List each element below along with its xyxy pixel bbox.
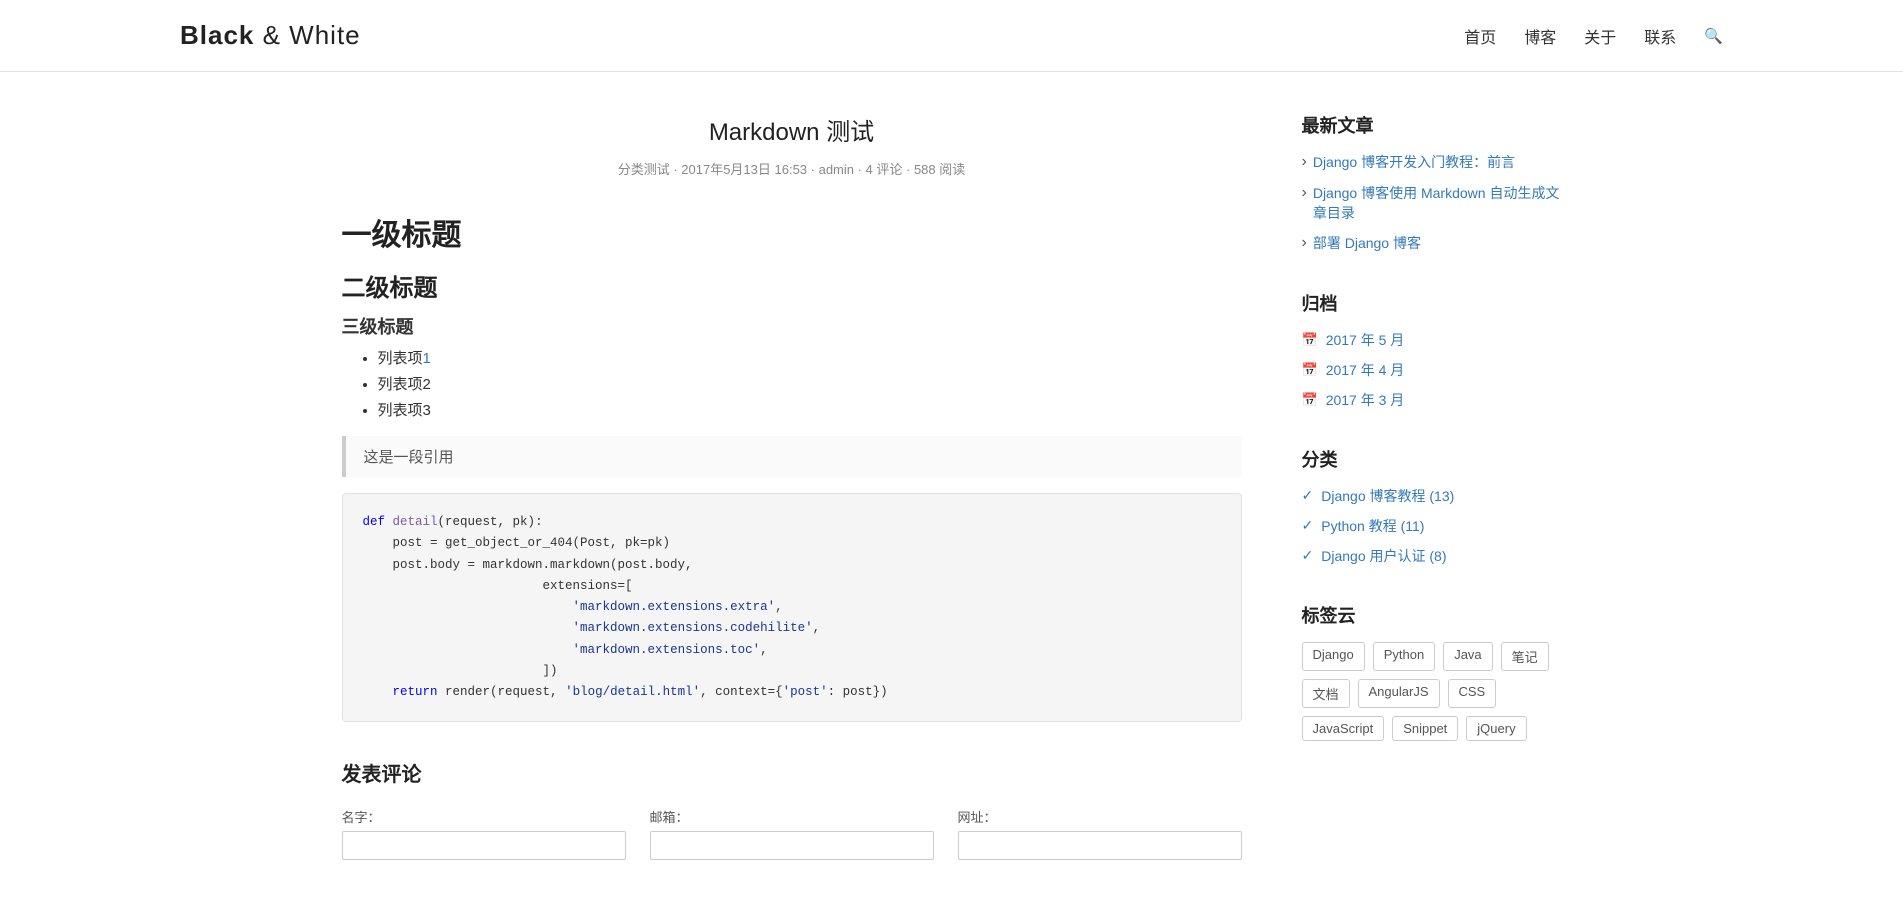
archive-icon-3: 📅 — [1302, 392, 1318, 408]
email-field-group: 邮箱： — [650, 807, 934, 860]
page-container: Markdown 测试 分类测试 · 2017年5月13日 16:53 · ad… — [302, 112, 1602, 870]
post-meta: 分类测试 · 2017年5月13日 16:53 · admin · 4 评论 ·… — [342, 159, 1242, 178]
post-body: 一级标题 二级标题 三级标题 列表项1 列表项2 列表项3 这是一段引用 def… — [342, 210, 1242, 722]
tag-jquery[interactable]: jQuery — [1466, 716, 1526, 741]
category-python-link[interactable]: Python 教程 (11) — [1321, 516, 1424, 536]
category-django-tutorial: ✓ Django 博客教程 (13) — [1302, 486, 1562, 506]
category-list: ✓ Django 博客教程 (13) ✓ Python 教程 (11) ✓ Dj… — [1302, 486, 1562, 566]
categories-section: 分类 ✓ Django 博客教程 (13) ✓ Python 教程 (11) ✓… — [1302, 446, 1562, 566]
tag-cloud-section: 标签云 Django Python Java 笔记 文档 AngularJS C… — [1302, 602, 1562, 741]
main-nav: 首页 博客 关于 联系 🔍 — [1464, 24, 1723, 48]
tag-docs[interactable]: 文档 — [1302, 679, 1350, 708]
nav-home[interactable]: 首页 — [1464, 24, 1496, 48]
code-block: def detail(request, pk): post = get_obje… — [342, 493, 1242, 722]
url-field-group: 网址： — [958, 807, 1242, 860]
recent-article-2-link[interactable]: Django 博客使用 Markdown 自动生成文章目录 — [1313, 183, 1562, 223]
email-label: 邮箱： — [650, 807, 934, 826]
archives-title: 归档 — [1302, 290, 1562, 316]
tag-snippet[interactable]: Snippet — [1392, 716, 1458, 741]
archive-may-link[interactable]: 2017 年 5 月 — [1326, 330, 1405, 350]
category-django-auth: ✓ Django 用户认证 (8) — [1302, 546, 1562, 566]
tag-angularjs[interactable]: AngularJS — [1358, 679, 1440, 708]
tag-python[interactable]: Python — [1373, 642, 1435, 671]
category-check-1: ✓ — [1302, 487, 1314, 504]
archive-icon-1: 📅 — [1302, 332, 1318, 348]
archive-icon-2: 📅 — [1302, 362, 1318, 378]
nav-blog[interactable]: 博客 — [1524, 24, 1556, 48]
url-input[interactable] — [958, 831, 1242, 860]
archive-apr: 📅 2017 年 4 月 — [1302, 360, 1562, 380]
name-input[interactable] — [342, 831, 626, 860]
main-content: Markdown 测试 分类测试 · 2017年5月13日 16:53 · ad… — [342, 112, 1242, 870]
recent-article-3-link[interactable]: 部署 Django 博客 — [1313, 233, 1421, 253]
post-h3: 三级标题 — [342, 313, 1242, 339]
site-logo[interactable]: Black & White — [180, 20, 361, 51]
tag-java[interactable]: Java — [1443, 642, 1492, 671]
sidebar: 最新文章 Django 博客开发入门教程：前言 Django 博客使用 Mark… — [1302, 112, 1562, 870]
category-django-auth-link[interactable]: Django 用户认证 (8) — [1321, 546, 1446, 566]
post-title: Markdown 测试 — [342, 112, 1242, 147]
post-h1: 一级标题 — [342, 210, 1242, 254]
post-h2: 二级标题 — [342, 268, 1242, 303]
archives-section: 归档 📅 2017 年 5 月 📅 2017 年 4 月 📅 2017 年 3 … — [1302, 290, 1562, 410]
recent-articles-section: 最新文章 Django 博客开发入门教程：前言 Django 博客使用 Mark… — [1302, 112, 1562, 254]
site-title-rest: & White — [254, 20, 360, 50]
tag-django[interactable]: Django — [1302, 642, 1365, 671]
search-icon[interactable]: 🔍 — [1704, 27, 1723, 45]
recent-article-1-link[interactable]: Django 博客开发入门教程：前言 — [1313, 152, 1515, 172]
list-item-3: 列表项3 — [378, 399, 1242, 420]
comments-title: 发表评论 — [342, 758, 1242, 787]
nav-about[interactable]: 关于 — [1584, 24, 1616, 48]
url-label: 网址： — [958, 807, 1242, 826]
category-python: ✓ Python 教程 (11) — [1302, 516, 1562, 536]
recent-article-1: Django 博客开发入门教程：前言 — [1302, 152, 1562, 173]
site-header: Black & White 首页 博客 关于 联系 🔍 — [0, 0, 1903, 72]
tags-title: 标签云 — [1302, 602, 1562, 628]
archive-mar: 📅 2017 年 3 月 — [1302, 390, 1562, 410]
post-list: 列表项1 列表项2 列表项3 — [342, 347, 1242, 420]
nav-contact[interactable]: 联系 — [1644, 24, 1676, 48]
tag-notes[interactable]: 笔记 — [1501, 642, 1549, 671]
archive-may: 📅 2017 年 5 月 — [1302, 330, 1562, 350]
recent-article-3: 部署 Django 博客 — [1302, 233, 1562, 254]
list-item-1: 列表项1 — [378, 347, 1242, 368]
tag-cloud: Django Python Java 笔记 文档 AngularJS CSS J… — [1302, 642, 1562, 741]
recent-articles-list: Django 博客开发入门教程：前言 Django 博客使用 Markdown … — [1302, 152, 1562, 254]
tag-javascript[interactable]: JavaScript — [1302, 716, 1385, 741]
category-django-tutorial-link[interactable]: Django 博客教程 (13) — [1321, 486, 1454, 506]
recent-article-2: Django 博客使用 Markdown 自动生成文章目录 — [1302, 183, 1562, 223]
categories-title: 分类 — [1302, 446, 1562, 472]
archive-list: 📅 2017 年 5 月 📅 2017 年 4 月 📅 2017 年 3 月 — [1302, 330, 1562, 410]
comment-form-row: 名字： 邮箱： 网址： — [342, 807, 1242, 860]
name-field-group: 名字： — [342, 807, 626, 860]
list-item-1-link[interactable]: 1 — [423, 350, 431, 367]
email-input[interactable] — [650, 831, 934, 860]
category-check-2: ✓ — [1302, 517, 1314, 534]
comments-section: 发表评论 名字： 邮箱： 网址： — [342, 758, 1242, 860]
blockquote: 这是一段引用 — [342, 436, 1242, 477]
archive-apr-link[interactable]: 2017 年 4 月 — [1326, 360, 1405, 380]
category-check-3: ✓ — [1302, 547, 1314, 564]
name-label: 名字： — [342, 807, 626, 826]
site-title-bold: Black — [180, 20, 254, 50]
list-item-2: 列表项2 — [378, 373, 1242, 394]
archive-mar-link[interactable]: 2017 年 3 月 — [1326, 390, 1405, 410]
tag-css[interactable]: CSS — [1448, 679, 1497, 708]
recent-articles-title: 最新文章 — [1302, 112, 1562, 138]
